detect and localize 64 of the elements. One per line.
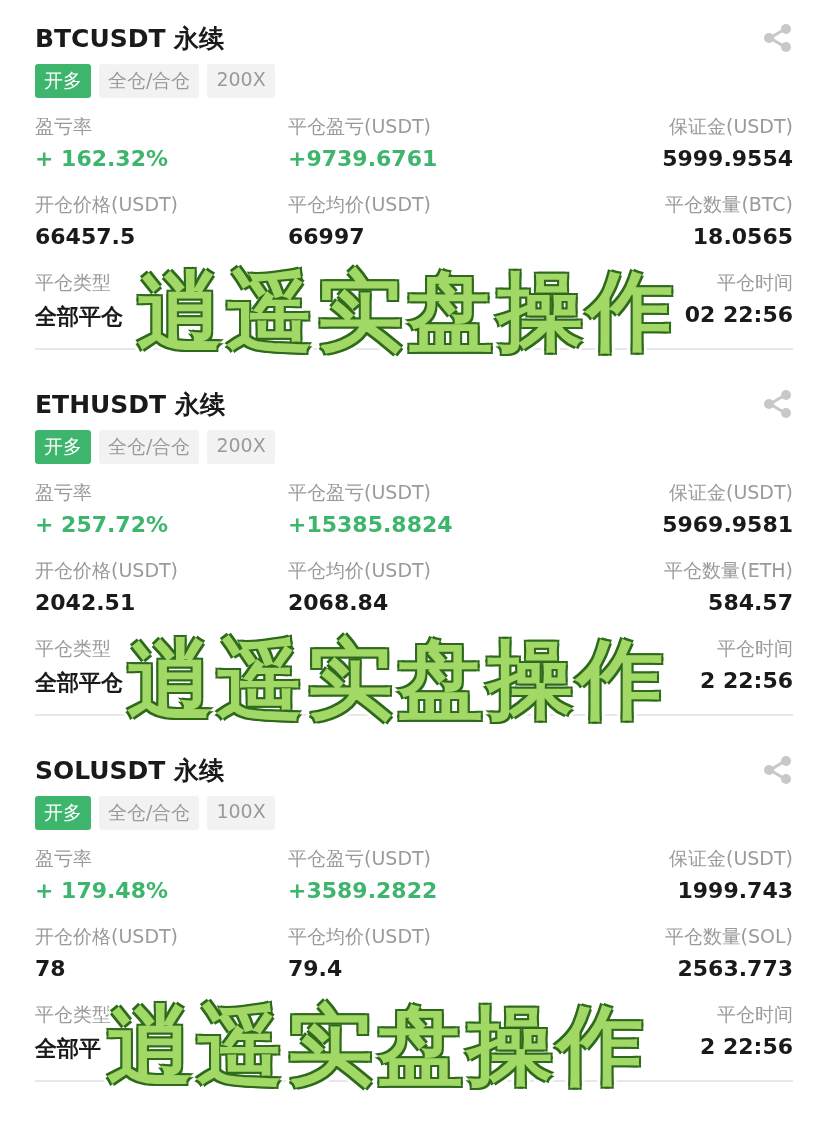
field-label: 平仓均价(USDT) [288, 558, 433, 582]
field-label: 保证金(USDT) [668, 846, 793, 870]
field-label: 盈亏率 [35, 846, 93, 870]
field-label: 开仓价格(USDT) [35, 558, 180, 582]
field-value: 全部平仓 [35, 669, 124, 696]
field-label: 平仓时间 [717, 1002, 793, 1026]
field-value: 2068.84 [288, 590, 390, 617]
field-label: 平仓类型 [35, 270, 112, 294]
field-label: 平仓数量(SOL) [664, 924, 793, 948]
overlay-caption: 逍遥实盘操作 [127, 636, 667, 722]
direction-tag: 开多 [35, 430, 91, 464]
field-label: 平仓时间 [717, 270, 793, 294]
field-label: 开仓价格(USDT) [35, 924, 180, 948]
field-label: 盈亏率 [35, 480, 93, 504]
field-value: 全部平 [35, 1035, 102, 1062]
field-label: 平仓盈亏(USDT) [288, 480, 433, 504]
field-label: 平仓数量(BTC) [665, 192, 793, 216]
position-title: BTCUSDT 永续 [35, 22, 225, 55]
field-value: 全部平仓 [35, 303, 124, 330]
field-value: 2563.773 [677, 956, 793, 983]
info-tag: 200X [207, 430, 275, 464]
field-value: 18.0565 [692, 224, 793, 251]
share-icon[interactable] [763, 755, 793, 785]
field-label: 平仓类型 [35, 636, 112, 660]
field-value: 2 22:56 [700, 1034, 793, 1061]
direction-tag: 开多 [35, 796, 91, 830]
field-value: 79.4 [288, 956, 344, 983]
share-icon[interactable] [763, 23, 793, 53]
field-value: 2042.51 [35, 590, 137, 617]
info-tag: 200X [207, 64, 275, 98]
field-value: 2 22:56 [700, 668, 793, 695]
field-label: 开仓价格(USDT) [35, 192, 180, 216]
field-value: 66457.5 [35, 224, 137, 251]
field-label: 平仓均价(USDT) [288, 192, 433, 216]
field-value: 584.57 [708, 590, 793, 617]
field-label: 平仓均价(USDT) [288, 924, 433, 948]
field-value: 5999.9554 [662, 146, 793, 173]
field-value: 66997 [288, 224, 366, 251]
position-title: SOLUSDT 永续 [35, 754, 225, 787]
field-value: 02 22:56 [684, 302, 793, 329]
field-label: 盈亏率 [35, 114, 93, 138]
field-label: 保证金(USDT) [668, 480, 793, 504]
field-label: 平仓盈亏(USDT) [288, 114, 433, 138]
info-tag: 全仓/合仓 [99, 796, 200, 830]
overlay-caption: 逍遥实盘操作 [137, 268, 677, 354]
field-value: +9739.6761 [288, 146, 439, 173]
field-value: + 162.32% [35, 146, 170, 173]
field-value: + 179.48% [35, 878, 170, 905]
info-tag: 全仓/合仓 [99, 430, 200, 464]
info-tag: 100X [207, 796, 275, 830]
position-title: ETHUSDT 永续 [35, 388, 225, 421]
field-value: 78 [35, 956, 67, 983]
field-label: 平仓盈亏(USDT) [288, 846, 433, 870]
field-value: +3589.2822 [288, 878, 439, 905]
field-label: 保证金(USDT) [668, 114, 793, 138]
field-value: +15385.8824 [288, 512, 454, 539]
direction-tag: 开多 [35, 64, 91, 98]
info-tag: 全仓/合仓 [99, 64, 200, 98]
field-label: 平仓数量(ETH) [664, 558, 793, 582]
field-value: 1999.743 [677, 878, 793, 905]
share-icon[interactable] [763, 389, 793, 419]
field-label: 平仓时间 [717, 636, 793, 660]
field-value: 5969.9581 [662, 512, 793, 539]
field-value: + 257.72% [35, 512, 170, 539]
